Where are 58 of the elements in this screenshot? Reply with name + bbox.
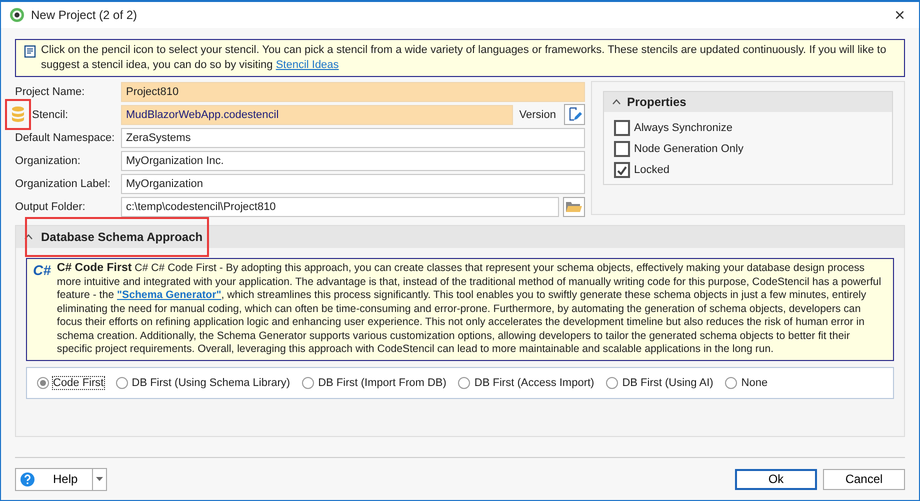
radio-button[interactable] xyxy=(37,376,49,388)
field-label: Organization Label: xyxy=(15,178,112,190)
field-label: Organization: xyxy=(15,154,82,166)
cancel-button[interactable]: Cancel xyxy=(823,468,905,490)
browse-button[interactable] xyxy=(563,196,585,216)
radio-button[interactable] xyxy=(302,376,314,388)
group-title: Properties xyxy=(627,95,686,109)
checkbox-label[interactable]: Locked xyxy=(634,164,670,176)
text-field[interactable]: ZeraSystems xyxy=(121,128,585,148)
radio-label[interactable]: DB First (Using Schema Library) xyxy=(132,376,290,388)
field-label: Project Name: xyxy=(15,86,86,98)
text-field[interactable]: MyOrganization xyxy=(121,174,585,194)
radio-button[interactable] xyxy=(606,376,618,388)
properties-header[interactable]: Properties xyxy=(604,92,892,112)
checkbox-label[interactable]: Node Generation Only xyxy=(634,143,744,155)
folder-icon xyxy=(566,200,582,213)
window-title: New Project (2 of 2) xyxy=(31,8,138,22)
description-text: C# Code First C# C# Code First - By adopting this approach, you can create classes that represent your schema objects, effectively making your database design process more intuitive and integrated with your application. The advantage is that, instead of the traditional method of manually writing code for this purpose, CodeStencil has a powerful feature - the "Schema Generator", which streamlines this process significantly. This tool enables you to swiftly generate these schema objects in just a few minutes, entirely eliminating the need for manual coding, which can often be time-consuming and error-prone. Furthermore, by automating the generation of schema objects, developers can focus their efforts on refining application logic and enhancing user experience. This not only accelerates the development timeline but also reduces the risk of human error in schema creation. Additionally, the Schema Generator supports various customization options, allowing developers to tailor the generated schema objects to better fit their specific project requirements. Overall, leveraging this approach with CodeStencil can lead to more maintainable and scalable applications in the long run. xyxy=(56,262,882,356)
radio-label[interactable]: Code First xyxy=(53,376,104,388)
stencil-ideas-link[interactable]: Stencil Ideas xyxy=(276,59,339,71)
csharp-icon: C# xyxy=(33,262,51,356)
caret-icon xyxy=(96,477,103,481)
help-icon xyxy=(20,472,35,486)
highlight-frame xyxy=(5,99,31,130)
text-field[interactable]: MyOrganization Inc. xyxy=(121,150,585,170)
close-button[interactable]: × xyxy=(888,4,911,26)
radio-label[interactable]: DB First (Access Import) xyxy=(474,376,594,388)
section-header[interactable]: Database Schema Approach xyxy=(16,226,904,248)
ok-button[interactable]: Ok xyxy=(735,468,817,490)
info-text: Click on the pencil icon to select your stencil. You can pick a stencil from a wide variety of languages or frameworks. These stencils are updated continuously. If you will like to suggest a stencil idea, you can do so by visiting Stencil Ideas xyxy=(41,43,888,73)
radio-label[interactable]: DB First (Using AI) xyxy=(622,376,714,388)
help-split-button[interactable]: Help xyxy=(15,468,107,490)
version-label: Version xyxy=(519,108,556,120)
pencil-button[interactable] xyxy=(564,104,585,125)
dropdown-button[interactable] xyxy=(92,468,106,490)
pencil-icon xyxy=(567,107,582,122)
radio-label[interactable]: None xyxy=(741,376,768,388)
schema-generator-link[interactable]: "Schema Generator" xyxy=(116,289,222,301)
database-icon xyxy=(11,106,25,123)
checkbox[interactable] xyxy=(614,162,630,178)
text-field[interactable]: c:\temp\codestencil\Project810 xyxy=(121,196,559,216)
check-icon xyxy=(617,166,627,174)
note-icon xyxy=(24,45,37,58)
field-label: Stencil: xyxy=(32,108,68,120)
field-label: Default Namespace: xyxy=(15,132,116,144)
radio-button[interactable] xyxy=(725,376,738,388)
checkbox[interactable] xyxy=(614,141,630,157)
section-title: Database Schema Approach xyxy=(41,230,203,244)
text-field[interactable]: Project810 xyxy=(121,82,585,102)
app-icon xyxy=(9,7,25,23)
field-label: Output Folder: xyxy=(15,200,86,212)
text-field[interactable]: MudBlazorWebApp.codestencil xyxy=(121,104,514,124)
checkbox[interactable] xyxy=(614,120,630,136)
checkbox-label[interactable]: Always Synchronize xyxy=(634,122,732,134)
radio-button[interactable] xyxy=(116,376,128,388)
radio-label[interactable]: DB First (Import From DB) xyxy=(318,376,446,388)
radio-button[interactable] xyxy=(458,376,470,388)
help-button[interactable]: Help xyxy=(16,468,92,490)
